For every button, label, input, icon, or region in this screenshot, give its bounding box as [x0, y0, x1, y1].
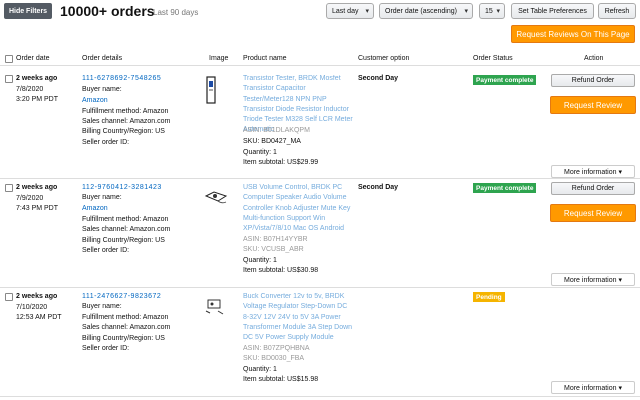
table-preferences-button[interactable]: Set Table Preferences: [511, 3, 594, 19]
order-time: 3:20 PM PDT: [16, 96, 59, 103]
order-relative-date: 2 weeks ago: [16, 75, 58, 82]
col-order-details: Order details: [82, 55, 123, 62]
fulfillment-method: Fulfillment method: Amazon: [82, 314, 169, 321]
billing-region: Billing Country/Region: US: [82, 237, 165, 244]
order-id-link[interactable]: 112-9760412-3281423: [82, 184, 162, 191]
product-sku: SKU: BD0427_MA: [243, 138, 301, 145]
order-time: 12:53 AM PDT: [16, 314, 62, 321]
order-relative-date: 2 weeks ago: [16, 293, 58, 300]
col-product-name: Product name: [243, 55, 287, 62]
buyer-name-link[interactable]: Amazon: [82, 97, 108, 104]
order-date: 7/8/2020: [16, 86, 44, 93]
product-name-link[interactable]: Buck Converter 12v to 5v, BRDK Voltage R…: [243, 292, 355, 343]
product-quantity: Quantity: 1: [243, 149, 277, 156]
col-order-status: Order Status: [473, 55, 513, 62]
chevron-down-icon: ▾: [464, 8, 468, 15]
product-quantity: Quantity: 1: [243, 366, 277, 373]
fulfillment-method: Fulfillment method: Amazon: [82, 216, 169, 223]
per-page-select[interactable]: 15 ▾: [479, 3, 505, 19]
product-sku: SKU: BD0030_FBA: [243, 355, 305, 362]
product-asin: ASIN: B01DLAKQPM: [243, 127, 310, 134]
product-sku: SKU: VCUSB_ABR: [243, 246, 304, 253]
page-subtitle: Last 90 days: [153, 8, 199, 17]
chevron-down-icon: ▾: [496, 8, 500, 15]
product-image[interactable]: [204, 76, 220, 106]
col-customer-option: Customer option: [358, 55, 410, 62]
sales-channel: Sales channel: Amazon.com: [82, 226, 171, 233]
chevron-down-icon: ▾: [365, 8, 369, 15]
col-image: Image: [209, 55, 229, 62]
order-id-link[interactable]: 111-6278692-7548265: [82, 75, 161, 82]
status-badge: Payment complete: [473, 183, 537, 193]
per-page-value: 15: [485, 7, 493, 15]
item-subtotal: Item subtotal: US$29.99: [243, 159, 319, 166]
col-order-date[interactable]: Order date: [16, 55, 49, 62]
item-subtotal: Item subtotal: US$15.98: [243, 376, 319, 383]
buyer-name-link[interactable]: Amazon: [82, 205, 108, 212]
row-checkbox[interactable]: [5, 293, 13, 301]
sort-value: Order date (ascending): [385, 7, 457, 15]
product-image[interactable]: [204, 295, 226, 317]
sales-channel: Sales channel: Amazon.com: [82, 118, 171, 125]
table-row: 2 weeks ago 7/8/2020 3:20 PM PDT 111-627…: [0, 67, 640, 179]
table-row: 2 weeks ago 7/9/2020 7:43 PM PDT 112-976…: [0, 180, 640, 288]
toolbar: Hide Filters 10000+ orders Last 90 days …: [0, 0, 640, 48]
request-reviews-page-button[interactable]: Request Reviews On This Page: [511, 25, 635, 43]
product-asin: ASIN: B07ZPQHBNA: [243, 345, 310, 352]
item-subtotal: Item subtotal: US$30.98: [243, 267, 319, 274]
product-quantity: Quantity: 1: [243, 257, 277, 264]
product-asin: ASIN: B07H14YYBR: [243, 236, 308, 243]
customer-option: Second Day: [358, 75, 399, 82]
fulfillment-method: Fulfillment method: Amazon: [82, 108, 169, 115]
refresh-button[interactable]: Refresh: [598, 3, 636, 19]
select-all-checkbox[interactable]: [5, 55, 13, 63]
order-date: 7/10/2020: [16, 304, 48, 311]
buyer-name-label: Buyer name:: [82, 194, 122, 201]
sort-select[interactable]: Order date (ascending) ▾: [379, 3, 473, 19]
more-information-button[interactable]: More information ▾: [551, 165, 635, 178]
date-range-value: Last day: [332, 7, 359, 15]
hide-filters-button[interactable]: Hide Filters: [4, 3, 52, 19]
seller-order-id-label: Seller order ID:: [82, 139, 130, 146]
refund-order-button[interactable]: Refund Order: [551, 74, 635, 87]
customer-option: Second Day: [358, 184, 399, 191]
request-review-button[interactable]: Request Review: [550, 204, 636, 222]
product-name-link[interactable]: USB Volume Control, BRDK PC Computer Spe…: [243, 183, 355, 234]
status-badge: Payment complete: [473, 75, 537, 85]
billing-region: Billing Country/Region: US: [82, 128, 165, 135]
buyer-name-label: Buyer name:: [82, 303, 122, 310]
row-checkbox[interactable]: [5, 184, 13, 192]
table-row: 2 weeks ago 7/10/2020 12:53 AM PDT 111-2…: [0, 289, 640, 397]
billing-region: Billing Country/Region: US: [82, 335, 165, 342]
order-relative-date: 2 weeks ago: [16, 184, 58, 191]
seller-order-id-label: Seller order ID:: [82, 345, 130, 352]
refund-order-button[interactable]: Refund Order: [551, 182, 635, 195]
row-checkbox[interactable]: [5, 75, 13, 83]
status-badge: Pending: [473, 292, 505, 302]
page-title: 10000+ orders: [60, 3, 155, 19]
table-header: Order date Order details Image Product n…: [0, 52, 640, 66]
more-information-button[interactable]: More information ▾: [551, 381, 635, 394]
buyer-name-label: Buyer name:: [82, 86, 122, 93]
more-information-button[interactable]: More information ▾: [551, 273, 635, 286]
product-image[interactable]: [204, 186, 228, 206]
col-action: Action: [584, 55, 604, 62]
order-id-link[interactable]: 111-2476627-9823672: [82, 293, 161, 300]
request-review-button[interactable]: Request Review: [550, 96, 636, 114]
order-time: 7:43 PM PDT: [16, 205, 59, 212]
seller-order-id-label: Seller order ID:: [82, 247, 130, 254]
date-range-select[interactable]: Last day ▾: [326, 3, 374, 19]
order-date: 7/9/2020: [16, 195, 44, 202]
sales-channel: Sales channel: Amazon.com: [82, 324, 171, 331]
